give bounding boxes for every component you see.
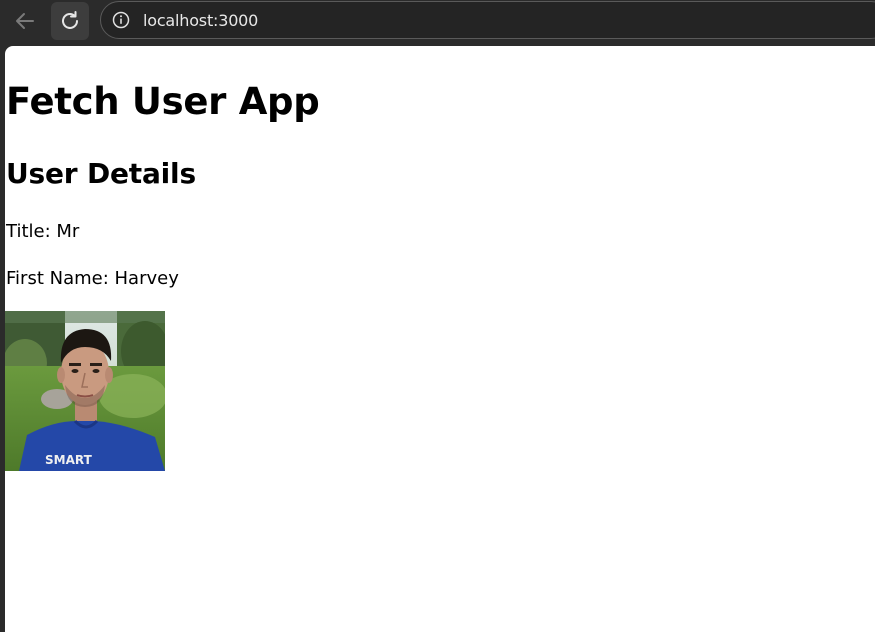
title-label: Title: [6, 221, 51, 242]
first-name-value: Harvey [114, 268, 179, 289]
title-value: Mr [56, 221, 80, 242]
first-name-label: First Name: [6, 268, 109, 289]
browser-window: localhost:3000 Fetch User App User Detai… [0, 0, 875, 632]
user-avatar-image: SMART [5, 311, 165, 471]
page-viewport: Fetch User App User Details Title: Mr Fi… [5, 46, 875, 632]
back-button[interactable] [6, 2, 44, 40]
reload-button[interactable] [51, 2, 89, 40]
user-title-line: Title: Mr [6, 220, 79, 244]
address-bar[interactable]: localhost:3000 [100, 1, 875, 39]
browser-toolbar: localhost:3000 [0, 0, 875, 44]
reload-icon [62, 11, 78, 29]
user-details-heading: User Details [6, 157, 196, 190]
arrow-left-icon [16, 13, 34, 29]
app-title: Fetch User App [6, 80, 320, 123]
shirt-print: SMART [45, 453, 93, 467]
page-content: Fetch User App User Details Title: Mr Fi… [5, 46, 875, 632]
info-circle-icon[interactable] [112, 11, 130, 29]
url-text[interactable]: localhost:3000 [143, 2, 258, 40]
user-first-name-line: First Name: Harvey [6, 267, 179, 291]
